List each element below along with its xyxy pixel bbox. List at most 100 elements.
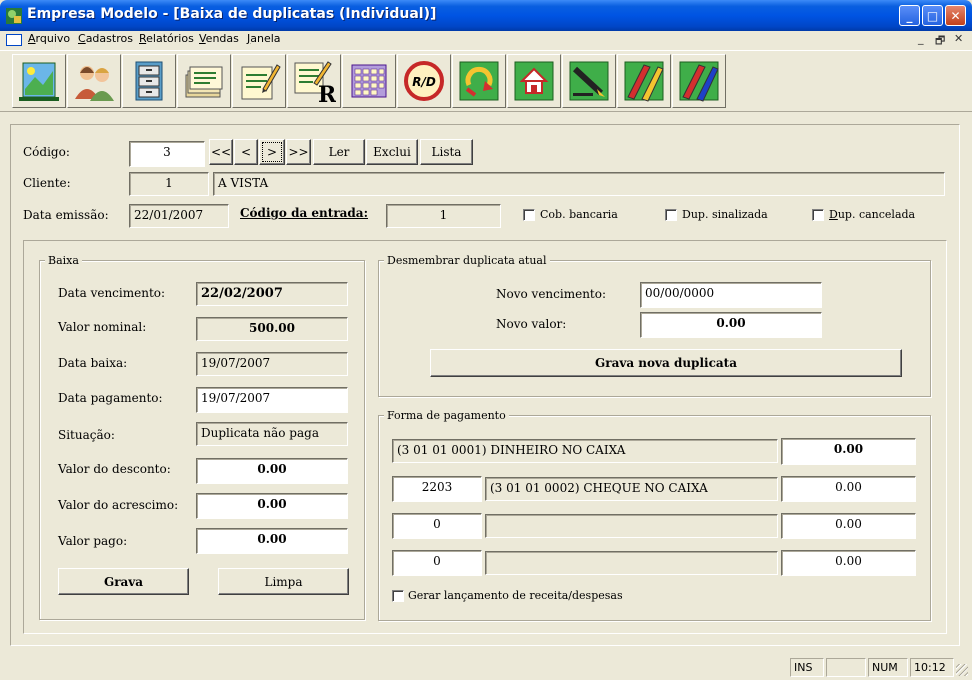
status-ins: INS xyxy=(790,658,824,677)
pagamento-row1-value-input[interactable]: 0.00 xyxy=(781,438,916,465)
limpa-button[interactable]: Limpa xyxy=(218,568,349,595)
valor-nominal-field: 500.00 xyxy=(196,317,348,341)
edit-document-icon xyxy=(241,64,281,100)
refresh-arrow-icon xyxy=(459,61,499,101)
novo-valor-input[interactable]: 0.00 xyxy=(640,312,822,338)
mdi-minimize-button[interactable]: _ xyxy=(918,32,924,45)
cliente-label: Cliente: xyxy=(23,176,71,190)
pagamento-row4-value-input[interactable]: 0.00 xyxy=(781,550,916,576)
data-baixa-label: Data baixa: xyxy=(58,356,128,370)
novo-valor-label: Novo valor: xyxy=(496,317,567,331)
minimize-button[interactable]: _ xyxy=(899,5,920,26)
status-num: NUM xyxy=(868,658,908,677)
menu-janela[interactable]: Janela xyxy=(247,32,281,45)
toolbar-home-button[interactable] xyxy=(507,54,561,108)
ler-button[interactable]: Ler xyxy=(313,139,365,165)
data-pagamento-label: Data pagamento: xyxy=(58,391,163,405)
pagamento-row1-account: (3 01 01 0001) DINHEIRO NO CAIXA xyxy=(392,439,778,463)
valor-desconto-input[interactable]: 0.00 xyxy=(196,458,348,484)
toolbar-calendar-button[interactable] xyxy=(342,54,396,108)
last-record-button[interactable]: >> xyxy=(286,139,311,165)
cliente-code-field: 1 xyxy=(129,172,209,196)
forma-pagamento-legend: Forma de pagamento xyxy=(384,409,509,422)
toolbar-map-button[interactable] xyxy=(12,54,66,108)
pagamento-row3-value-input[interactable]: 0.00 xyxy=(781,513,916,539)
data-vencimento-label: Data vencimento: xyxy=(58,286,166,300)
pagamento-row3-code-input[interactable]: 0 xyxy=(392,513,482,539)
mdi-close-button[interactable]: ✕ xyxy=(954,32,963,45)
report-document-icon: R xyxy=(294,61,336,103)
menu-cadastros[interactable]: Cadastros xyxy=(78,32,133,45)
grava-nova-duplicata-button[interactable]: Grava nova duplicata xyxy=(430,349,902,377)
pencil-chart-icon xyxy=(624,61,664,102)
toolbar-refresh-button[interactable] xyxy=(452,54,506,108)
data-emissao-field: 22/01/2007 xyxy=(129,204,229,228)
codigo-label: Código: xyxy=(23,145,70,159)
gerar-lancamento-checkbox[interactable] xyxy=(392,590,404,602)
dup-cancelada-checkbox[interactable] xyxy=(812,209,824,221)
valor-pago-input[interactable]: 0.00 xyxy=(196,528,348,554)
close-button[interactable]: ✕ xyxy=(945,5,966,26)
data-baixa-field: 19/07/2007 xyxy=(196,352,348,376)
pagamento-row4-code-input[interactable]: 0 xyxy=(392,550,482,576)
valor-acrescimo-input[interactable]: 0.00 xyxy=(196,493,348,519)
data-emissao-label: Data emissão: xyxy=(23,208,109,222)
folders-icon xyxy=(185,66,223,98)
gerar-lancamento-label: Gerar lançamento de receita/despesas xyxy=(408,589,623,602)
window-title: Empresa Modelo - [Baixa de duplicatas (I… xyxy=(27,6,437,22)
menu-arquivo[interactable]: Arquivo xyxy=(28,32,70,45)
toolbar-pen-button[interactable] xyxy=(562,54,616,108)
calendar-grid-icon xyxy=(351,64,387,98)
pagamento-row3-account xyxy=(485,514,778,538)
mdi-restore-button[interactable]: 🗗 xyxy=(935,32,945,51)
toolbar-rd-button[interactable]: R/D xyxy=(397,54,451,108)
cob-bancaria-label: Cob. bancaria xyxy=(540,208,618,221)
map-icon xyxy=(19,62,59,101)
toolbar-cabinet-button[interactable] xyxy=(122,54,176,108)
toolbar-folders-button[interactable] xyxy=(177,54,231,108)
menu-relatorios[interactable]: Relatórios xyxy=(139,32,194,45)
grava-button[interactable]: Grava xyxy=(58,568,189,595)
home-icon xyxy=(514,61,554,101)
valor-desconto-label: Valor do desconto: xyxy=(58,462,171,476)
pagamento-row2-code-input[interactable]: 2203 xyxy=(392,476,482,502)
pagamento-row4-account xyxy=(485,551,778,575)
dup-cancelada-label: Dup. cancelada xyxy=(829,208,916,221)
cliente-name-field: A VISTA xyxy=(213,172,945,196)
toolbar-people-button[interactable] xyxy=(67,54,121,108)
prev-record-button[interactable]: < xyxy=(234,139,258,165)
lista-button[interactable]: Lista xyxy=(420,139,473,165)
next-record-button[interactable]: > xyxy=(259,139,285,165)
pen-icon xyxy=(569,61,609,101)
cob-bancaria-checkbox[interactable] xyxy=(523,209,535,221)
situacao-field: Duplicata não paga xyxy=(196,422,348,446)
situacao-label: Situação: xyxy=(58,428,115,442)
toolbar-pencil-chart-button[interactable] xyxy=(617,54,671,108)
dup-sinalizada-checkbox[interactable] xyxy=(665,209,677,221)
valor-nominal-label: Valor nominal: xyxy=(58,320,147,334)
svg-text:R: R xyxy=(318,82,336,103)
valor-pago-label: Valor pago: xyxy=(58,534,128,548)
menu-vendas[interactable]: Vendas xyxy=(199,32,239,45)
desmembrar-legend: Desmembrar duplicata atual xyxy=(384,254,550,267)
codigo-entrada-link[interactable]: Código da entrada: xyxy=(240,206,368,220)
novo-vencimento-input[interactable]: 00/00/0000 xyxy=(640,282,822,308)
toolbar-report-button[interactable]: R xyxy=(287,54,341,108)
toolbar-pencil-chart-blue-button[interactable] xyxy=(672,54,726,108)
document-icon[interactable] xyxy=(6,34,22,46)
maximize-button[interactable]: □ xyxy=(922,5,943,26)
first-record-button[interactable]: << xyxy=(209,139,233,165)
pagamento-row2-account: (3 01 01 0002) CHEQUE NO CAIXA xyxy=(485,477,778,501)
app-icon xyxy=(5,7,23,25)
status-blank xyxy=(826,658,866,677)
codigo-input[interactable]: 3 xyxy=(129,141,205,167)
data-pagamento-input[interactable]: 19/07/2007 xyxy=(196,387,348,413)
status-time: 10:12 xyxy=(910,658,954,677)
resize-grip[interactable] xyxy=(956,664,968,676)
pagamento-row2-value-input[interactable]: 0.00 xyxy=(781,476,916,502)
svg-text:R/D: R/D xyxy=(412,75,436,89)
exclui-button[interactable]: Exclui xyxy=(366,139,418,165)
toolbar-edit-button[interactable] xyxy=(232,54,286,108)
novo-vencimento-label: Novo vencimento: xyxy=(496,287,607,301)
people-icon xyxy=(75,66,114,101)
